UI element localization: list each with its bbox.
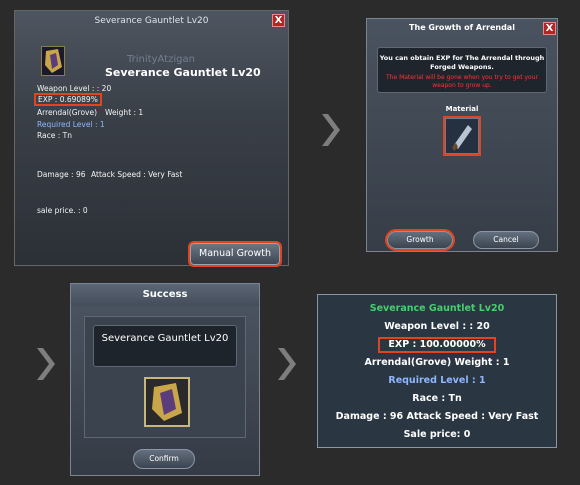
gauntlet-icon <box>152 383 182 421</box>
player-name-ghost: TrinityAtzigan <box>127 54 195 65</box>
item-tooltip-final: Severance Gauntlet Lv20 Weapon Level : :… <box>317 294 557 448</box>
sale-price: Sale price: 0 <box>403 429 471 440</box>
growth-of-arrendal-window: The Growth of Arrendal X You can obtain … <box>366 18 558 252</box>
weight: Weight : 1 <box>105 108 144 117</box>
close-button[interactable]: X <box>272 14 285 27</box>
damage: Damage : 96 <box>37 170 86 179</box>
damage-speed: Damage : 96 Attack Speed : Very Fast <box>335 411 539 422</box>
close-button[interactable]: X <box>543 22 556 35</box>
info-message: You can obtain EXP for The Arrendal thro… <box>379 54 545 71</box>
arrendal-weight: Arrendal(Grove) Weight : 1 <box>364 357 510 368</box>
arrendal-type: Arrendal(Grove) <box>37 108 98 117</box>
warning-message: The Material will be gone when you try t… <box>386 74 538 89</box>
weapon-level: Weapon Level : : 20 <box>37 84 112 93</box>
success-window: Success Severance Gauntlet Lv20 Confirm <box>70 283 260 476</box>
window-title: The Growth of Arrendal <box>409 23 515 32</box>
required-level: Required Level : 1 <box>388 375 486 386</box>
item-name: Severance Gauntlet Lv20 <box>105 66 261 79</box>
cancel-button[interactable]: Cancel <box>473 231 539 249</box>
exp-value: EXP : 100.00000% <box>378 337 496 353</box>
gauntlet-icon <box>41 46 65 76</box>
exp-value: EXP : 0.69089% <box>34 93 102 106</box>
sale-price: sale price. : 0 <box>37 206 88 215</box>
material-slot[interactable] <box>443 116 481 156</box>
window-title: Severance Gauntlet Lv20 <box>94 16 209 26</box>
required-level: Required Level : 1 <box>37 120 105 129</box>
attack-speed: Attack Speed : Very Fast <box>91 170 183 179</box>
confirm-button[interactable]: Confirm <box>133 449 195 469</box>
manual-growth-button[interactable]: Manual Growth <box>188 241 282 267</box>
weapon-material-icon <box>452 125 472 151</box>
race: Race : Tn <box>37 131 73 140</box>
message-box: You can obtain EXP for The Arrendal thro… <box>377 47 547 93</box>
window-title: Success <box>71 284 259 306</box>
item-name: Severance Gauntlet Lv20 <box>369 303 505 314</box>
material-label: Material <box>445 105 479 113</box>
result-panel: Severance Gauntlet Lv20 <box>84 316 246 438</box>
arrow-right-icon <box>322 114 340 146</box>
arrow-right-icon <box>278 348 296 380</box>
race: Race : Tn <box>412 393 462 404</box>
item-name: Severance Gauntlet Lv20 <box>93 325 237 367</box>
weapon-level: Weapon Level : : 20 <box>384 321 490 332</box>
growth-button[interactable]: Growth <box>385 229 455 251</box>
item-slot <box>144 377 190 427</box>
arrow-right-icon <box>37 348 55 380</box>
item-tooltip-window: Severance Gauntlet Lv20 X TrinityAtzigan… <box>14 10 289 267</box>
